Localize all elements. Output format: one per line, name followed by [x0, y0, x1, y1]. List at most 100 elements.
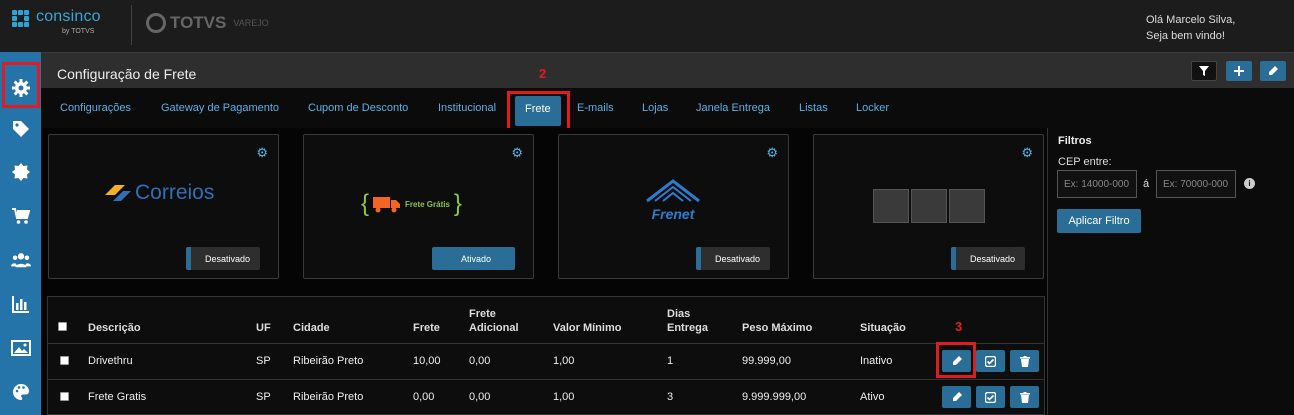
edit-row-button[interactable] — [942, 386, 971, 408]
locker-box-icon — [873, 189, 909, 223]
trash-icon — [1019, 391, 1030, 403]
frenet-mountain-icon — [646, 179, 700, 203]
card-settings-gear-icon[interactable]: ⚙ — [511, 145, 523, 161]
correios-logo: Correios — [105, 181, 214, 205]
frete-gratis-wordmark: Frete Grátis — [405, 199, 450, 209]
tab-listas[interactable]: Listas — [799, 102, 828, 114]
status-toggle[interactable]: Desativado — [695, 247, 770, 270]
consinco-byline: by TOTVS — [62, 28, 95, 35]
check-square-icon — [985, 355, 996, 367]
status-toggle[interactable]: Desativado — [950, 247, 1025, 270]
sidebar-item-themes[interactable] — [0, 378, 41, 406]
table-row: Drivethru SP Ribeirão Preto 10,00 0,00 1… — [48, 343, 1044, 379]
col-header-peso-maximo[interactable]: Peso Máximo — [742, 321, 812, 335]
consinco-mark-icon — [12, 10, 30, 28]
correios-mark-icon — [105, 185, 131, 201]
col-header-descricao[interactable]: Descrição — [88, 321, 141, 335]
delete-row-button[interactable] — [1010, 350, 1039, 372]
greeting-line-2: Seja bem vindo! — [1146, 30, 1225, 42]
tab-cupom-desconto[interactable]: Cupom de Desconto — [308, 102, 408, 114]
tab-locker[interactable]: Locker — [856, 102, 889, 114]
highlight-box-3 — [936, 342, 976, 378]
cell-frete: 10,00 — [413, 355, 441, 367]
locker-box-icon — [949, 189, 985, 223]
col-header-situacao[interactable]: Situação — [860, 321, 906, 335]
annotation-label-3: 3 — [955, 319, 963, 334]
sidebar-item-cart[interactable] — [0, 202, 41, 230]
cell-peso-maximo: 99.999,00 — [742, 355, 791, 367]
image-icon — [10, 340, 31, 356]
tab-gateway-pagamento[interactable]: Gateway de Pagamento — [161, 102, 279, 114]
highlight-box-1 — [2, 62, 40, 108]
cell-situacao: Ativo — [860, 391, 885, 403]
filters-panel: Filtros CEP entre: á i Aplicar Filtro — [1047, 128, 1294, 415]
card-settings-gear-icon[interactable]: ⚙ — [256, 145, 268, 161]
edit-page-button[interactable] — [1260, 61, 1286, 81]
cell-valor-minimo: 1,00 — [553, 391, 575, 403]
page-title-bar: Configuração de Frete — [41, 52, 1294, 88]
cell-frete-adicional: 0,00 — [469, 391, 491, 403]
bar-chart-icon — [11, 296, 29, 313]
funnel-icon — [1199, 66, 1209, 76]
correios-wordmark: Correios — [135, 181, 215, 204]
carrier-card-correios: ⚙ Correios Desativado — [48, 134, 279, 279]
sidebar-item-images[interactable] — [0, 334, 41, 362]
col-header-uf[interactable]: UF — [256, 321, 271, 335]
col-header-frete-adicional-line1: Frete — [469, 308, 496, 320]
cell-frete-adicional: 0,00 — [469, 355, 491, 367]
frenet-wordmark: Frenet — [651, 206, 695, 222]
select-all-checkbox[interactable] — [58, 322, 67, 331]
filters-title: Filtros — [1058, 135, 1092, 147]
approve-row-button[interactable] — [976, 350, 1005, 372]
sidebar-item-reports[interactable] — [0, 290, 41, 318]
tab-lojas[interactable]: Lojas — [642, 102, 668, 114]
sidebar-item-tags[interactable] — [0, 115, 41, 143]
brace-right-icon: } — [453, 190, 462, 217]
status-toggle[interactable]: Desativado — [185, 247, 260, 270]
locker-box-icon — [911, 189, 947, 223]
info-icon[interactable]: i — [1244, 178, 1255, 189]
row-checkbox[interactable] — [60, 356, 69, 365]
col-header-dias-entrega-line1: Dias — [667, 308, 691, 320]
truck-icon — [373, 197, 401, 213]
palette-icon — [12, 384, 29, 400]
apply-filter-button[interactable]: Aplicar Filtro — [1057, 209, 1141, 233]
cell-cidade: Ribeirão Preto — [293, 391, 364, 403]
tab-emails[interactable]: E-mails — [577, 102, 614, 114]
row-checkbox[interactable] — [60, 392, 69, 401]
tab-institucional[interactable]: Institucional — [438, 102, 496, 114]
tab-janela-entrega[interactable]: Janela Entrega — [696, 102, 770, 114]
cell-descricao: Drivethru — [88, 355, 133, 367]
totvs-circle-icon — [146, 13, 166, 33]
badge-icon — [11, 163, 30, 181]
cep-from-input[interactable] — [1057, 170, 1137, 198]
carrier-card-frete-gratis: ⚙ { Frete Grátis } Ativado — [303, 134, 534, 279]
table-row: Frete Gratis SP Ribeirão Preto 0,00 0,00… — [48, 379, 1044, 415]
delete-row-button[interactable] — [1010, 386, 1039, 408]
cep-to-input[interactable] — [1156, 170, 1236, 198]
cart-icon — [11, 208, 30, 224]
cell-peso-maximo: 9.999.999,00 — [742, 391, 807, 403]
brace-left-icon: { — [361, 190, 370, 217]
frete-content: ⚙ Correios Desativado ⚙ { Frete Grátis }… — [41, 128, 1047, 415]
col-header-frete-adicional[interactable]: Frete Adicional — [469, 307, 519, 335]
card-settings-gear-icon[interactable]: ⚙ — [766, 145, 778, 161]
filter-button[interactable] — [1191, 61, 1217, 81]
sidebar-item-users[interactable] — [0, 246, 41, 274]
sidebar-item-badge[interactable] — [0, 158, 41, 186]
frenet-logo: Frenet — [643, 179, 703, 222]
cell-dias-entrega: 1 — [667, 355, 674, 367]
col-header-frete[interactable]: Frete — [413, 321, 440, 335]
cep-label: CEP entre: — [1058, 156, 1112, 168]
cep-range-separator: á — [1143, 178, 1150, 190]
card-settings-gear-icon[interactable]: ⚙ — [1021, 145, 1033, 161]
col-header-dias-entrega[interactable]: Dias Entrega — [667, 307, 708, 335]
approve-row-button[interactable] — [976, 386, 1005, 408]
col-header-valor-minimo[interactable]: Valor Mínimo — [553, 321, 621, 335]
col-header-dias-entrega-line2: Entrega — [667, 322, 708, 334]
col-header-cidade[interactable]: Cidade — [293, 321, 330, 335]
status-toggle[interactable]: Ativado — [431, 247, 515, 270]
check-square-icon — [985, 391, 996, 403]
add-button[interactable] — [1226, 61, 1252, 81]
tab-configuracoes[interactable]: Configurações — [60, 102, 131, 114]
